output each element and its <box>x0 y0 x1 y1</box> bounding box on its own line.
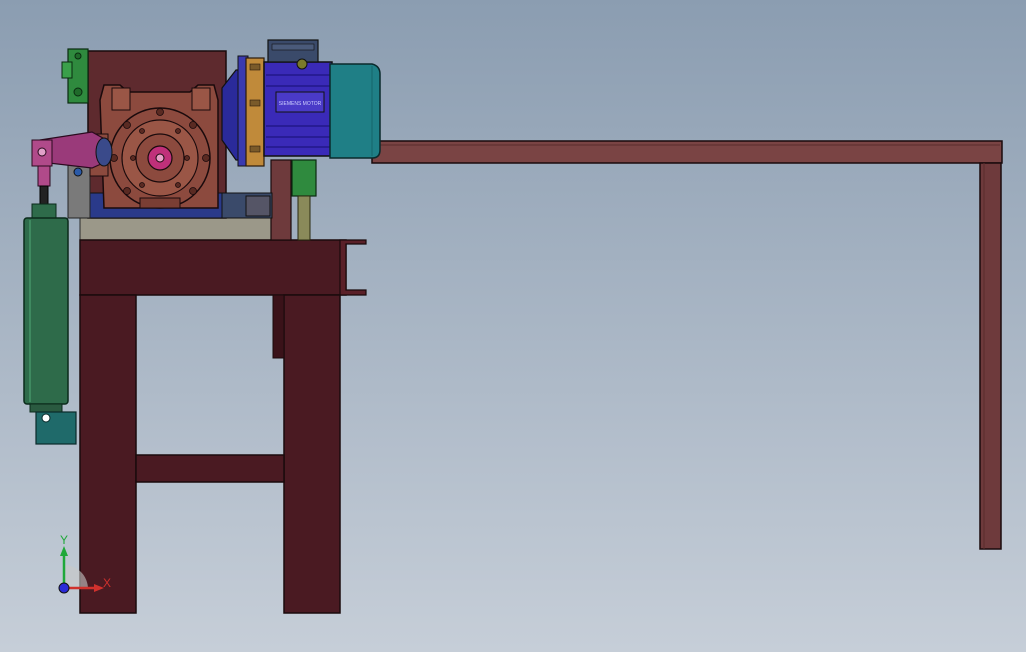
right-support-leg <box>979 162 1002 550</box>
top-beam <box>79 239 347 296</box>
x-axis-label: X <box>103 576 111 590</box>
nameplate-text: SIEMENS MOTOR <box>279 101 322 107</box>
table-frame[interactable] <box>79 159 367 614</box>
crank-bearing <box>95 137 113 167</box>
z-axis-dot <box>58 582 70 594</box>
y-axis-label: Y <box>60 533 68 547</box>
worm-gearbox[interactable] <box>99 84 219 209</box>
horizontal-rail-assembly[interactable] <box>371 140 1003 550</box>
support-rod <box>297 195 311 241</box>
rail-post <box>270 159 292 241</box>
right-leg <box>283 294 341 614</box>
motor-adapter[interactable] <box>221 55 265 167</box>
terminal-box <box>267 39 319 63</box>
lower-crossbar <box>135 454 285 483</box>
cad-viewport[interactable]: SIEMENS MOTOR Y X <box>0 0 1026 652</box>
electric-motor[interactable]: SIEMENS MOTOR <box>263 39 381 159</box>
left-mount-bracket[interactable] <box>61 48 89 104</box>
channel-end <box>339 239 367 296</box>
cable-gland <box>296 58 308 70</box>
mounting-plate <box>79 217 277 241</box>
left-leg <box>79 294 137 614</box>
motor-support-bracket[interactable] <box>291 159 317 241</box>
cad-model-view[interactable]: SIEMENS MOTOR Y X <box>0 0 1026 652</box>
inner-post <box>272 294 285 359</box>
horizontal-rail <box>371 140 1003 164</box>
piston-rod <box>39 185 49 205</box>
